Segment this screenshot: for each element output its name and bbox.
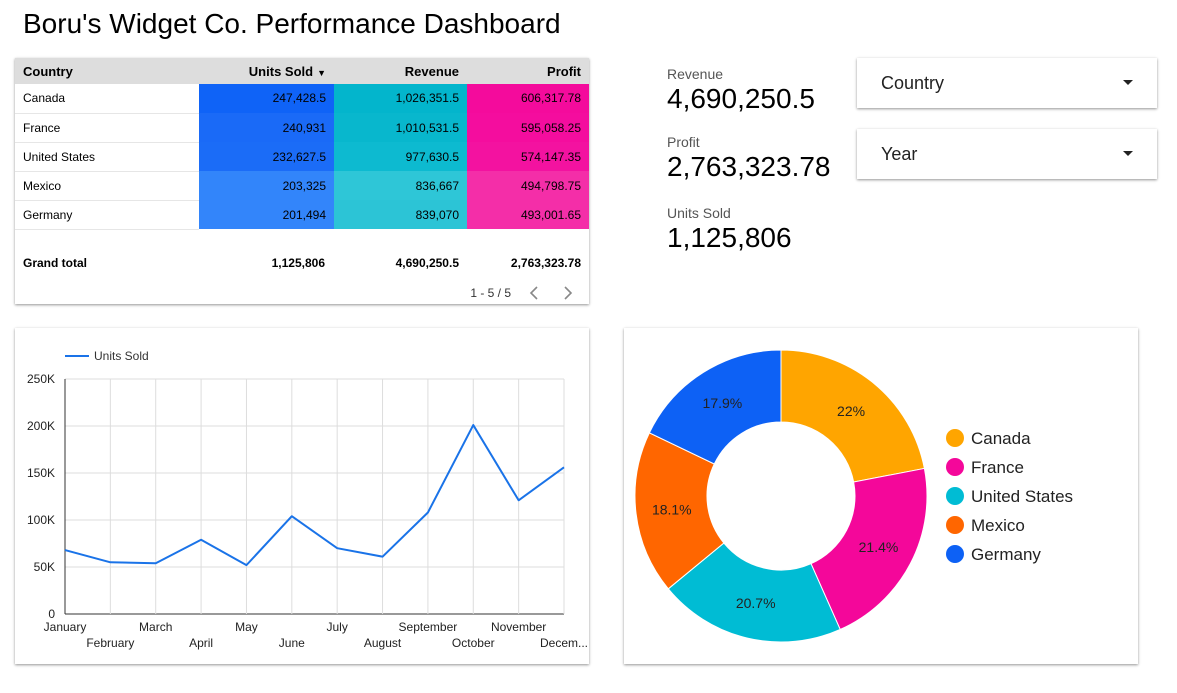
data-table: Country Units Sold ▼ Revenue Profit Canad… <box>15 58 589 230</box>
cell-profit: 494,798.75 <box>467 171 589 200</box>
slice-label: 18.1% <box>652 501 692 517</box>
grand-total-label: Grand total <box>23 256 88 270</box>
cell-country: Mexico <box>15 171 199 201</box>
table-row[interactable]: Mexico 203,325 836,667 494,798.75 <box>15 171 589 201</box>
cell-profit: 493,001.65 <box>467 200 589 229</box>
country-filter-dropdown[interactable]: Country <box>857 58 1157 108</box>
legend-label[interactable]: France <box>971 458 1024 477</box>
grand-total-profit: 2,763,323.78 <box>510 256 581 270</box>
cell-revenue: 1,026,351.5 <box>334 84 467 113</box>
country-filter-label: Country <box>881 73 945 93</box>
scorecard-units-sold: Units Sold 1,125,806 <box>667 205 792 254</box>
table-row[interactable]: France 240,931 1,010,531.5 595,058.25 <box>15 113 589 143</box>
x-tick-label: June <box>279 636 305 650</box>
x-tick-label: April <box>189 636 213 650</box>
dashboard-title: Boru's Widget Co. Performance Dashboard <box>23 8 561 39</box>
cell-revenue: 977,630.5 <box>334 142 467 171</box>
scorecard-value: 4,690,250.5 <box>667 83 815 114</box>
x-tick-label: May <box>235 620 258 634</box>
y-tick-label: 250K <box>27 372 55 386</box>
table-row[interactable]: Canada 247,428.5 1,026,351.5 606,317.78 <box>15 84 589 114</box>
cell-units-sold: 201,494 <box>199 200 334 229</box>
country-donut-chart-card: 22% 21.4% 20.7% 18.1% 17.9% Canada France Unite… <box>624 328 1138 664</box>
slice-label: 20.7% <box>736 595 776 611</box>
x-tick-label: August <box>364 636 402 650</box>
prev-page-button[interactable] <box>523 282 545 304</box>
pager-text: 1 - 5 / 5 <box>470 286 511 300</box>
x-tick-label: July <box>327 620 348 634</box>
x-tick-label: March <box>139 620 172 634</box>
cell-profit: 606,317.78 <box>467 84 589 113</box>
y-tick-label: 50K <box>34 560 55 574</box>
y-tick-label: 100K <box>27 513 55 527</box>
legend-swatch <box>946 545 964 563</box>
cell-revenue: 836,667 <box>334 171 467 200</box>
legend-label[interactable]: United States <box>971 487 1073 506</box>
legend-swatch <box>946 487 964 505</box>
col-header-units-sold[interactable]: Units Sold ▼ <box>199 58 334 84</box>
cell-units-sold: 247,428.5 <box>199 84 334 113</box>
scorecard-label: Profit <box>667 134 700 150</box>
grand-total-units: 1,125,806 <box>271 256 325 270</box>
legend-label[interactable]: Canada <box>971 429 1031 448</box>
col-header-profit[interactable]: Profit <box>467 58 589 84</box>
chevron-left-icon <box>529 286 538 300</box>
legend-label[interactable]: Mexico <box>971 516 1025 535</box>
cell-country: United States <box>15 142 199 172</box>
legend-swatch <box>946 429 964 447</box>
next-page-button[interactable] <box>557 282 579 304</box>
grand-total-revenue: 4,690,250.5 <box>395 256 459 270</box>
x-tick-label: Decem... <box>540 636 588 650</box>
scorecard-value: 1,125,806 <box>667 222 792 253</box>
x-tick-label: February <box>86 636 134 650</box>
series-line-units-sold <box>64 424 565 567</box>
legend-swatch <box>946 458 964 476</box>
slice-label: 17.9% <box>703 395 743 411</box>
cell-country: Germany <box>15 200 199 230</box>
table-pager: 1 - 5 / 5 <box>470 282 579 304</box>
y-tick-label: 200K <box>27 419 55 433</box>
scorecard-label: Revenue <box>667 66 724 82</box>
table-row[interactable]: United States 232,627.5 977,630.5 574,147.3… <box>15 142 589 172</box>
cell-revenue: 839,070 <box>334 200 467 229</box>
y-tick-label: 0 <box>48 607 55 621</box>
legend-swatch <box>946 516 964 534</box>
legend-label[interactable]: Germany <box>971 545 1041 564</box>
country-table: Country Units Sold ▼ Revenue Profit Canad… <box>15 58 589 304</box>
scorecard-revenue: Revenue 4,690,250.5 <box>667 66 815 115</box>
caret-down-icon <box>1123 80 1133 85</box>
country-donut-chart: 22% 21.4% 20.7% 18.1% 17.9% Canada France Unite… <box>634 349 1073 643</box>
cell-profit: 574,147.35 <box>467 142 589 171</box>
slice-label: 21.4% <box>859 539 899 555</box>
cell-units-sold: 240,931 <box>199 113 334 142</box>
cell-country: Canada <box>15 84 199 114</box>
x-tick-label: November <box>491 620 546 634</box>
table-row[interactable]: Germany 201,494 839,070 493,001.65 <box>15 200 589 230</box>
units-sold-line-chart: Units Sold 0 50K 100K 150K 200K 250K January Feb… <box>27 349 588 650</box>
y-tick-label: 150K <box>27 466 55 480</box>
cell-units-sold: 232,627.5 <box>199 142 334 171</box>
sort-desc-icon: ▼ <box>317 67 326 78</box>
table-header-row: Country Units Sold ▼ Revenue Profit <box>15 58 589 84</box>
x-tick-label: September <box>399 620 458 634</box>
cell-profit: 595,058.25 <box>467 113 589 142</box>
scorecard-value: 2,763,323.78 <box>667 151 831 182</box>
slice-label: 22% <box>837 403 865 419</box>
col-header-country[interactable]: Country <box>15 58 199 84</box>
scorecard-label: Units Sold <box>667 205 731 221</box>
cell-units-sold: 203,325 <box>199 171 334 200</box>
x-tick-label: October <box>452 636 495 650</box>
x-tick-label: January <box>44 620 87 634</box>
chevron-right-icon <box>564 286 573 300</box>
cell-revenue: 1,010,531.5 <box>334 113 467 142</box>
year-filter-dropdown[interactable]: Year <box>857 129 1157 179</box>
legend-label: Units Sold <box>94 349 149 363</box>
col-header-revenue[interactable]: Revenue <box>334 58 467 84</box>
caret-down-icon <box>1123 151 1133 156</box>
units-sold-line-chart-card: Units Sold 0 50K 100K 150K 200K 250K January Feb… <box>15 328 589 664</box>
year-filter-label: Year <box>881 144 918 164</box>
cell-country: France <box>15 113 199 143</box>
scorecard-profit: Profit 2,763,323.78 <box>667 134 831 183</box>
